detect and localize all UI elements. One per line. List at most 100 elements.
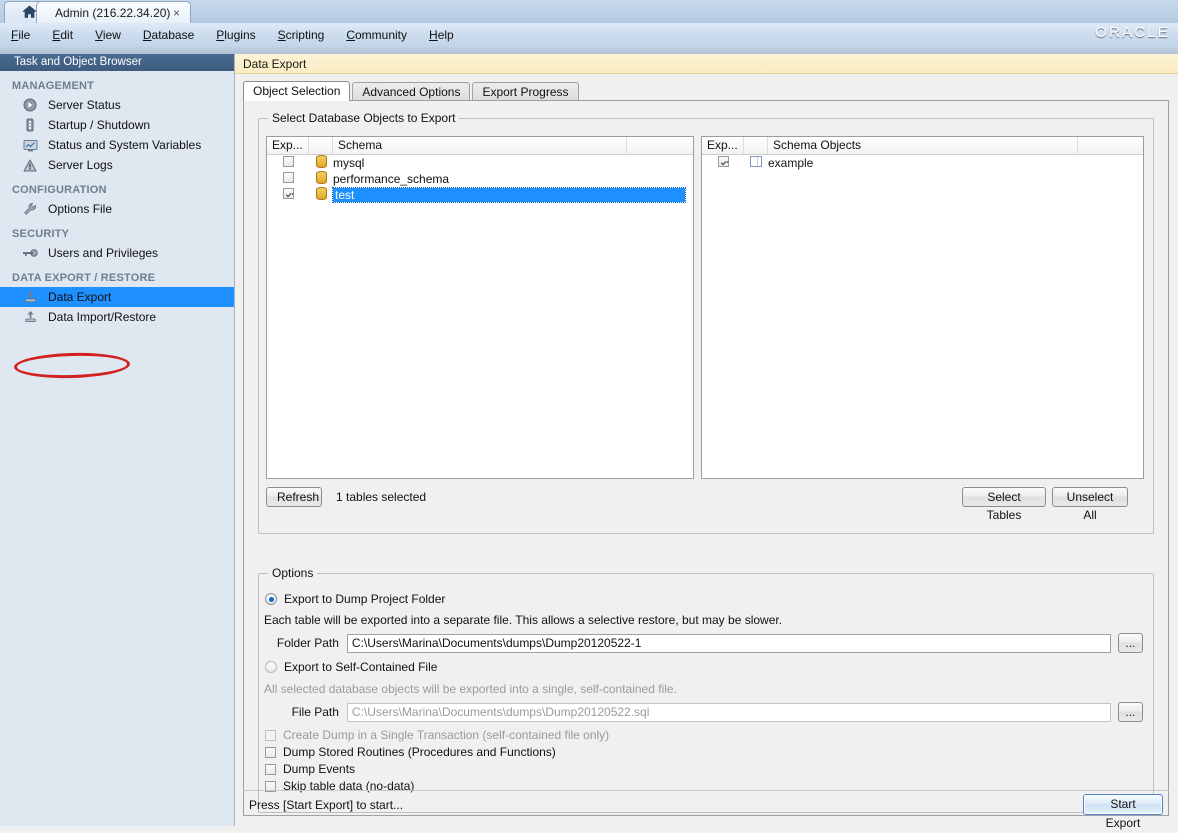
select-objects-group-label: Select Database Objects to Export: [268, 111, 459, 125]
menu-item-file[interactable]: File: [0, 23, 41, 47]
sidebar-item-status-and-system-variables[interactable]: Status and System Variables: [0, 135, 234, 155]
radio-export-self-contained-file[interactable]: [265, 661, 277, 673]
schema-objects-list[interactable]: Exp... Schema Objects example: [701, 136, 1144, 479]
sidebar-item-options-file[interactable]: Options File: [0, 199, 234, 219]
sidebar-item-data-export[interactable]: Data Export: [0, 287, 234, 307]
folder-path-row: Folder Path C:\Users\Marina\Documents\du…: [271, 633, 1143, 653]
row-export-checkbox[interactable]: [283, 188, 294, 199]
row-export-checkbox[interactable]: [283, 156, 294, 167]
schema-name: mysql: [333, 156, 364, 170]
menu-item-view[interactable]: View: [84, 23, 132, 47]
unselect-all-button[interactable]: Unselect All: [1052, 487, 1128, 507]
schema-list-header: Exp... Schema: [267, 137, 693, 155]
menu-item-help[interactable]: Help: [418, 23, 465, 47]
object-selection-panel: Select Database Objects to Export Exp...…: [243, 100, 1169, 816]
sidebar-item-label: Options File: [48, 202, 112, 216]
play-circle-icon: [22, 97, 38, 113]
row-export-checkbox[interactable]: [718, 156, 729, 167]
tab-object-selection[interactable]: Object Selection: [243, 81, 350, 101]
tab-export-progress[interactable]: Export Progress: [472, 82, 578, 101]
checkbox-row-single-transaction[interactable]: Create Dump in a Single Transaction (sel…: [265, 728, 609, 742]
radio-label: Export to Self-Contained File: [284, 660, 437, 674]
column-header-spacer[interactable]: [627, 137, 693, 154]
row-export-checkbox[interactable]: [283, 172, 294, 183]
document-tab-admin[interactable]: Admin (216.22.34.20) ×: [36, 1, 191, 23]
hint-text: All selected database objects will be ex…: [264, 682, 677, 696]
sidebar-section-security: SECURITY: [0, 219, 234, 243]
self-contained-hint: All selected database objects will be ex…: [264, 682, 677, 696]
import-icon: [22, 309, 38, 325]
column-header-schema[interactable]: Schema: [333, 137, 627, 154]
checkbox-dump-stored-routines[interactable]: [265, 747, 276, 758]
options-group-label: Options: [268, 566, 317, 580]
window-tab-strip: Admin (216.22.34.20) ×: [0, 0, 1178, 24]
oracle-logo: ORACLE: [1095, 24, 1170, 41]
column-header-schema-objects[interactable]: Schema Objects: [768, 137, 1078, 154]
column-header-export[interactable]: Exp...: [702, 137, 744, 154]
selection-status: 1 tables selected: [336, 490, 426, 504]
schema-name: test: [333, 188, 685, 202]
folder-path-label: Folder Path: [271, 636, 339, 650]
menu-item-edit[interactable]: Edit: [41, 23, 84, 47]
checkbox-label: Create Dump in a Single Transaction (sel…: [283, 728, 609, 742]
sidebar-item-server-status[interactable]: Server Status: [0, 95, 234, 115]
menu-item-scripting[interactable]: Scripting: [267, 23, 336, 47]
sidebar-item-data-import-restore[interactable]: Data Import/Restore: [0, 307, 234, 327]
select-tables-button[interactable]: Select Tables: [962, 487, 1046, 507]
tab-advanced-options[interactable]: Advanced Options: [352, 82, 470, 101]
menu-item-plugins[interactable]: Plugins: [205, 23, 266, 47]
document-tab-label: Admin (216.22.34.20): [55, 6, 170, 20]
home-icon: [22, 5, 37, 22]
schema-list[interactable]: Exp... Schema mysql performance_schema: [266, 136, 694, 479]
sidebar-item-users-and-privileges[interactable]: Users and Privileges: [0, 243, 234, 263]
radio-export-dump-folder[interactable]: [265, 593, 277, 605]
sidebar-item-server-logs[interactable]: Server Logs: [0, 155, 234, 175]
menu-item-community[interactable]: Community: [335, 23, 418, 47]
options-group: Options Export to Dump Project Folder Ea…: [258, 573, 1154, 813]
mysql-workbench-window: Admin (216.22.34.20) × File Edit View Da…: [0, 0, 1178, 826]
footer-status-text: Press [Start Export] to start...: [249, 798, 403, 812]
list-item[interactable]: example: [702, 155, 1143, 171]
task-and-object-browser-sidebar: Task and Object Browser MANAGEMENT Serve…: [0, 54, 235, 826]
checkbox-dump-events[interactable]: [265, 764, 276, 775]
column-header-spacer[interactable]: [1078, 137, 1143, 154]
close-icon[interactable]: ×: [173, 5, 180, 21]
column-header-icon[interactable]: [744, 137, 768, 154]
schema-object-name: example: [768, 156, 813, 170]
hint-text: Each table will be exported into a separ…: [264, 613, 782, 627]
checkbox-row-dump-events[interactable]: Dump Events: [265, 762, 355, 776]
checkbox-row-stored-routines[interactable]: Dump Stored Routines (Procedures and Fun…: [265, 745, 556, 759]
file-path-row: File Path C:\Users\Marina\Documents\dump…: [271, 702, 1143, 722]
annotation-ellipse-data-export: [14, 351, 131, 379]
export-to-dump-folder-radio-row[interactable]: Export to Dump Project Folder: [265, 592, 445, 606]
sidebar-section-data-export-restore: DATA EXPORT / RESTORE: [0, 263, 234, 287]
file-path-label: File Path: [271, 705, 339, 719]
checkbox-create-dump-single-transaction[interactable]: [265, 730, 276, 741]
checkbox-label: Dump Stored Routines (Procedures and Fun…: [283, 745, 556, 759]
browse-folder-button[interactable]: ...: [1118, 633, 1143, 653]
column-header-icon[interactable]: [309, 137, 333, 154]
sidebar-section-management: MANAGEMENT: [0, 71, 234, 95]
browse-file-button[interactable]: ...: [1118, 702, 1143, 722]
menu-bar: File Edit View Database Plugins Scriptin…: [0, 23, 1178, 48]
key-icon: [22, 245, 38, 261]
table-row[interactable]: test: [267, 187, 693, 203]
schema-objects-list-header: Exp... Schema Objects: [702, 137, 1143, 155]
checkbox-label: Dump Events: [283, 762, 355, 776]
table-row[interactable]: performance_schema: [267, 171, 693, 187]
wrench-icon: [22, 201, 38, 217]
table-row[interactable]: mysql: [267, 155, 693, 171]
file-path-input[interactable]: C:\Users\Marina\Documents\dumps\Dump2012…: [347, 703, 1111, 722]
warning-triangle-icon: [22, 157, 38, 173]
export-icon: [22, 289, 38, 305]
monitor-chart-icon: [22, 137, 38, 153]
main-content-area: Data Export Object Selection Advanced Op…: [235, 54, 1178, 826]
folder-path-input[interactable]: C:\Users\Marina\Documents\dumps\Dump2012…: [347, 634, 1111, 653]
sidebar-item-startup-shutdown[interactable]: Startup / Shutdown: [0, 115, 234, 135]
export-to-self-contained-radio-row[interactable]: Export to Self-Contained File: [265, 660, 437, 674]
column-header-export[interactable]: Exp...: [267, 137, 309, 154]
refresh-button[interactable]: Refresh: [266, 487, 322, 507]
menu-item-database[interactable]: Database: [132, 23, 205, 47]
start-export-button[interactable]: Start Export: [1083, 794, 1163, 815]
sidebar-item-label: Startup / Shutdown: [48, 118, 150, 132]
